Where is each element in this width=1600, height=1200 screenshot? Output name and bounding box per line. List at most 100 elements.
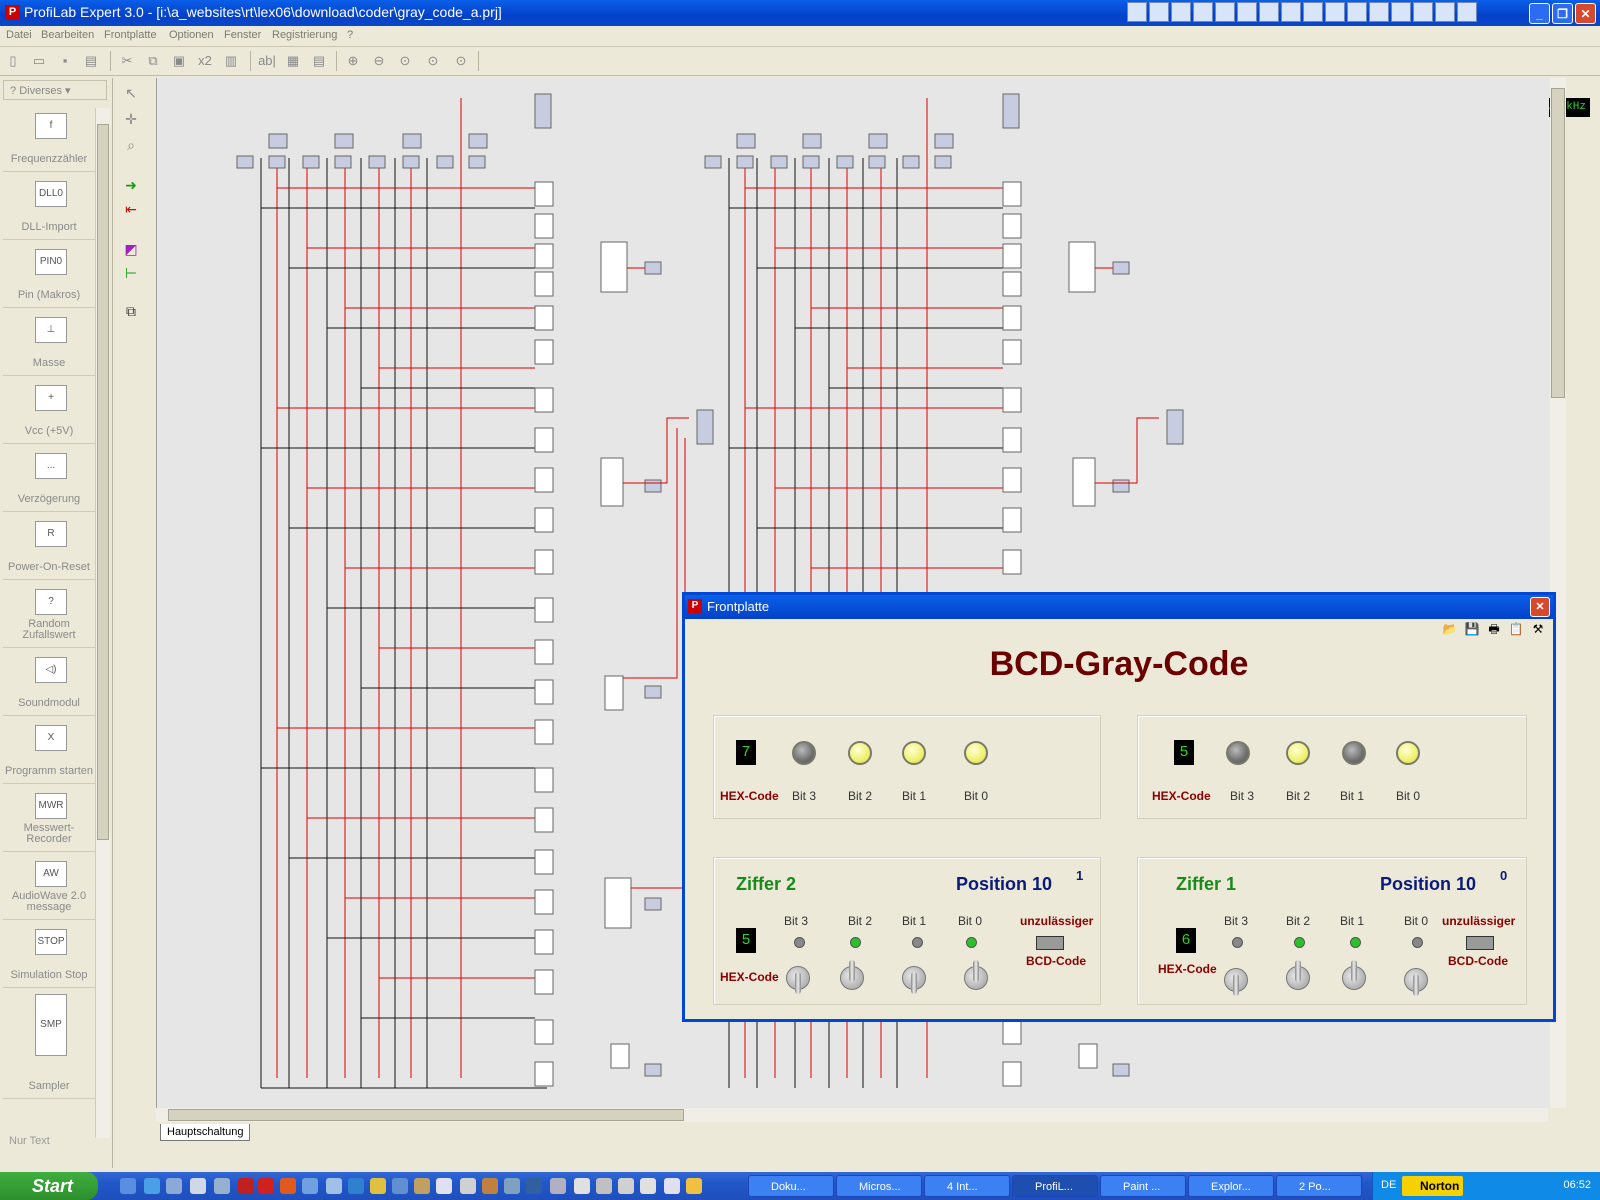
zoom-all-icon[interactable]: ⊙ [452, 52, 470, 70]
palette-item-verzoegerung[interactable]: ... Verzögerung [3, 444, 95, 512]
list-icon[interactable]: ▤ [310, 52, 328, 70]
new-file-icon[interactable]: ▯ [4, 52, 22, 70]
palette-item-random[interactable]: ? Random Zufallswert [3, 580, 95, 648]
zoom-page-icon[interactable]: ⊙ [424, 52, 442, 70]
quicklaunch-icon[interactable] [482, 1178, 498, 1194]
palette-item-simulation-stop[interactable]: STOP Simulation Stop [3, 920, 95, 988]
toggle-switch-bit0[interactable] [964, 960, 988, 996]
profilab-icon[interactable] [258, 1178, 274, 1194]
text-tool-button[interactable]: ab| [256, 52, 278, 70]
quicklaunch-icon[interactable] [414, 1178, 430, 1194]
palette-item-power-on-reset[interactable]: R Power-On-Reset [3, 512, 95, 580]
close-button[interactable]: ✕ [1575, 3, 1596, 24]
scrollbar-thumb[interactable] [97, 124, 109, 840]
toggle-switch-bit3[interactable] [1224, 964, 1248, 998]
copy-icon[interactable]: ⧉ [144, 52, 162, 70]
palette-item-pin[interactable]: PIN0 Pin (Makros) [3, 240, 95, 308]
signal-icon[interactable]: ⊢ [122, 264, 140, 282]
quick-icon[interactable] [1413, 2, 1433, 22]
quick-icon[interactable] [1193, 2, 1213, 22]
duplicate-button[interactable]: x2 [196, 52, 214, 70]
quick-icon[interactable] [1435, 2, 1455, 22]
palette-item-audiowave[interactable]: AW AudioWave 2.0 message [3, 852, 95, 920]
quicklaunch-icon[interactable] [550, 1178, 566, 1194]
connect-icon[interactable]: ⧉ [122, 302, 140, 320]
hilo-icon[interactable]: ◩ [122, 240, 140, 258]
quick-icon[interactable] [1369, 2, 1389, 22]
quicklaunch-icon[interactable] [392, 1178, 408, 1194]
quicklaunch-icon[interactable] [370, 1178, 386, 1194]
quicklaunch-icon[interactable] [686, 1178, 702, 1194]
save-icon[interactable]: 💾 [1463, 621, 1481, 637]
quick-icon[interactable] [1149, 2, 1169, 22]
quick-icon[interactable] [1347, 2, 1367, 22]
open-folder-icon[interactable]: 📂 [1441, 621, 1459, 637]
quick-icon[interactable] [1457, 2, 1477, 22]
quick-icon[interactable] [1391, 2, 1411, 22]
menu-datei[interactable]: Datei [6, 29, 32, 41]
restore-button[interactable]: ❐ [1552, 3, 1573, 24]
taskbar-item-paint[interactable]: Paint ... [1100, 1175, 1186, 1197]
palette-item-sampler[interactable]: SMP Sampler [3, 988, 95, 1099]
quick-icon[interactable] [1215, 2, 1235, 22]
quick-icon[interactable] [1281, 2, 1301, 22]
arrow-left-icon[interactable]: ⇤ [122, 200, 140, 218]
palette-item-messwert-recorder[interactable]: MWR Messwert-Recorder [3, 784, 95, 852]
norton-button[interactable]: Norton [1402, 1176, 1464, 1196]
quicklaunch-icon[interactable] [436, 1178, 452, 1194]
toggle-switch-bit1[interactable] [1342, 960, 1366, 996]
quicklaunch-icon[interactable] [302, 1178, 318, 1194]
delete-icon[interactable]: ▥ [222, 52, 240, 70]
quicklaunch-icon[interactable] [238, 1178, 254, 1194]
quick-icon[interactable] [1127, 2, 1147, 22]
canvas-horizontal-scrollbar[interactable] [156, 1108, 1548, 1122]
taskbar-item-internet[interactable]: 4 Int... [924, 1175, 1010, 1197]
toggle-switch-bit1[interactable] [902, 962, 926, 996]
open-folder-icon[interactable]: ▭ [30, 52, 48, 70]
minimize-button[interactable]: _ [1529, 3, 1550, 24]
quicklaunch-icon[interactable] [526, 1178, 542, 1194]
quicklaunch-icon[interactable] [504, 1178, 520, 1194]
menu-registrierung[interactable]: Registrierung [272, 29, 337, 41]
toggle-switch-bit2[interactable] [840, 960, 864, 996]
print-icon[interactable]: 🖶 [1485, 621, 1503, 637]
tools-icon[interactable]: ⚒ [1529, 621, 1547, 637]
quick-icon[interactable] [1303, 2, 1323, 22]
quicklaunch-icon[interactable] [120, 1178, 136, 1194]
quicklaunch-icon[interactable] [326, 1178, 342, 1194]
cut-icon[interactable]: ✂ [118, 52, 136, 70]
palette-item-vcc[interactable]: + Vcc (+5V) [3, 376, 95, 444]
clipboard-icon[interactable]: 📋 [1507, 621, 1525, 637]
quicklaunch-icon[interactable] [664, 1178, 680, 1194]
quicklaunch-icon[interactable] [596, 1178, 612, 1194]
taskbar-item-powerpoint[interactable]: 2 Po... [1276, 1175, 1362, 1197]
magnifier-icon[interactable]: ⌕ [122, 136, 140, 154]
menu-frontplatte[interactable]: Frontplatte [104, 29, 157, 41]
quicklaunch-icon[interactable] [166, 1178, 182, 1194]
taskbar-item-profilab[interactable]: ProfiL... [1012, 1175, 1098, 1197]
quicklaunch-icon[interactable] [618, 1178, 634, 1194]
taskbar-item-doku[interactable]: Doku... [748, 1175, 834, 1197]
zoom-out-icon[interactable]: ⊖ [370, 52, 388, 70]
frontplatte-close-button[interactable]: ✕ [1530, 597, 1550, 617]
pointer-icon[interactable]: ↖ [122, 84, 140, 102]
palette-scrollbar[interactable] [95, 108, 110, 1138]
browser-icon[interactable] [144, 1178, 160, 1194]
palette-item-frequenzzaehler[interactable]: f Frequenzzähler [3, 104, 95, 172]
toggle-switch-bit2[interactable] [1286, 960, 1310, 996]
print-icon[interactable]: ▤ [82, 52, 100, 70]
palette-category-select[interactable]: ? Diverses ▾ [3, 80, 107, 100]
tab-hauptschaltung[interactable]: Hauptschaltung [160, 1124, 251, 1141]
quick-icon[interactable] [1325, 2, 1345, 22]
quicklaunch-icon[interactable] [280, 1178, 296, 1194]
menu-fenster[interactable]: Fenster [224, 29, 261, 41]
menu-bearbeiten[interactable]: Bearbeiten [41, 29, 94, 41]
taskbar-item-explorer[interactable]: Explor... [1188, 1175, 1274, 1197]
save-icon[interactable]: ▪ [56, 52, 74, 70]
toggle-switch-bit3[interactable] [786, 962, 810, 996]
quicklaunch-icon[interactable] [190, 1178, 206, 1194]
arrow-right-icon[interactable]: ➜ [122, 176, 140, 194]
quicklaunch-icon[interactable] [460, 1178, 476, 1194]
crosshair-icon[interactable]: ✛ [122, 110, 140, 128]
language-indicator[interactable]: DE [1381, 1179, 1396, 1191]
